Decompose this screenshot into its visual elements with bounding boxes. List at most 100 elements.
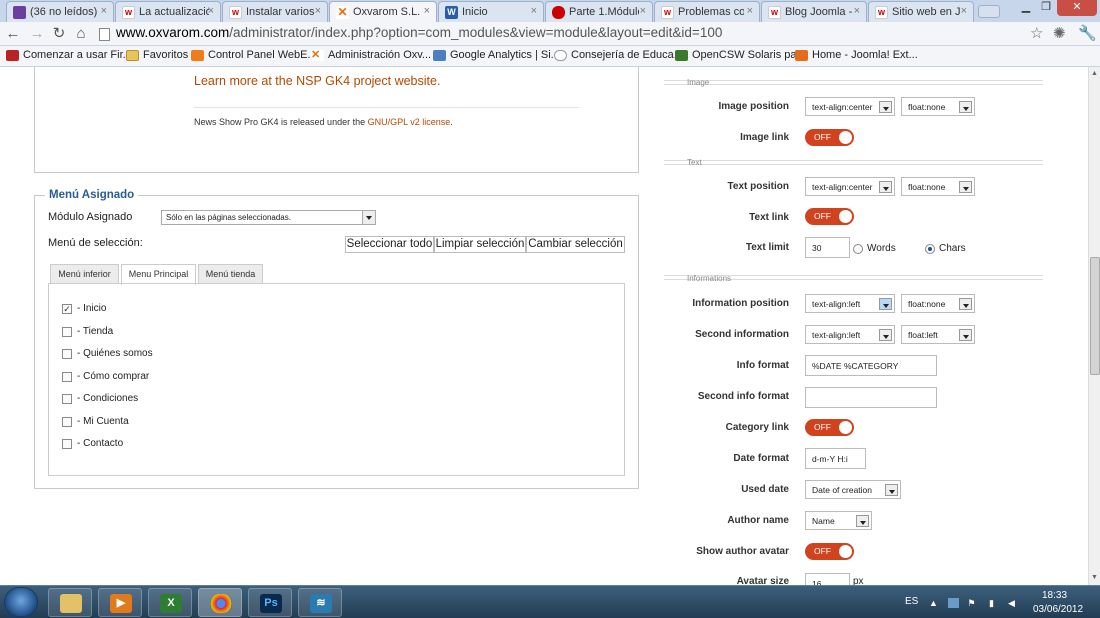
extension-icon[interactable]: ✺	[1053, 24, 1066, 42]
bookmark-firefox[interactable]: Comenzar a usar Fir...	[6, 49, 132, 61]
address-bar[interactable]: www.oxvarom.com/administrator/index.php?…	[96, 24, 1051, 44]
tab-actualizacion[interactable]: w La actualización ×	[115, 1, 221, 22]
text-link-toggle[interactable]: OFF	[805, 208, 854, 225]
select-all-button[interactable]: Seleccionar todo	[345, 236, 434, 253]
bookmark-administracion[interactable]: ✕ Administración Oxv...	[311, 49, 431, 61]
tab-sitio-web[interactable]: w Sitio web en Joo ×	[868, 1, 974, 22]
chevron-down-icon[interactable]	[959, 329, 972, 341]
show-author-avatar-toggle[interactable]: OFF	[805, 543, 854, 560]
checkbox[interactable]	[62, 349, 72, 359]
menu-item-mi-cuenta[interactable]: - Mi Cuenta	[62, 416, 129, 427]
tab-oxvarom[interactable]: ✕ Oxvarom S.L. - C ×	[329, 1, 437, 23]
star-icon[interactable]: ☆	[1030, 24, 1043, 42]
radio-words[interactable]: Words	[853, 243, 896, 254]
tab-instalar[interactable]: w Instalar varios p ×	[222, 1, 328, 22]
avatar-size-input[interactable]: 16	[805, 573, 850, 585]
action-center-icon[interactable]: ⚑	[966, 598, 977, 608]
tab-menu-tienda[interactable]: Menú tienda	[198, 264, 263, 284]
home-icon[interactable]: ⌂	[71, 24, 91, 44]
clock-time[interactable]: 18:33	[1042, 590, 1067, 601]
network-signal-icon[interactable]: ▮	[986, 598, 997, 608]
learn-more-link[interactable]: Learn more at the NSP GK4 project websit…	[194, 74, 440, 88]
info-format-input[interactable]: %DATE %CATEGORY	[805, 355, 937, 376]
image-position-float-select[interactable]: float:none	[901, 97, 975, 116]
tab-menu-inferior[interactable]: Menú inferior	[50, 264, 119, 284]
tab-menu-principal[interactable]: Menu Principal	[121, 264, 196, 285]
menu-item-contacto[interactable]: - Contacto	[62, 438, 123, 449]
scroll-up-icon[interactable]: ▲	[1089, 70, 1100, 77]
checkbox[interactable]	[62, 372, 72, 382]
taskbar-excel[interactable]: X	[148, 588, 192, 617]
text-limit-input[interactable]: 30	[805, 237, 850, 258]
close-icon[interactable]: ×	[208, 5, 214, 17]
second-info-format-input[interactable]	[805, 387, 937, 408]
minimize-icon[interactable]: ▁	[1017, 0, 1035, 16]
radio-button[interactable]	[853, 244, 863, 254]
taskbar-photoshop[interactable]: Ps	[248, 588, 292, 617]
chevron-down-icon[interactable]	[856, 515, 869, 527]
author-name-select[interactable]: Name	[805, 511, 872, 530]
start-button[interactable]	[4, 587, 38, 617]
category-link-toggle[interactable]: OFF	[805, 419, 854, 436]
volume-icon[interactable]: ◀	[1006, 598, 1017, 608]
menu-item-inicio[interactable]: ✓ - Inicio	[62, 303, 106, 314]
close-icon[interactable]: ×	[424, 5, 430, 17]
clock-date[interactable]: 03/06/2012	[1033, 604, 1083, 615]
taskbar-network-app[interactable]: ≋	[298, 588, 342, 617]
close-icon[interactable]: ×	[101, 5, 107, 17]
tray-app-icon[interactable]	[948, 598, 959, 608]
chevron-down-icon[interactable]	[879, 181, 892, 193]
checkbox[interactable]	[62, 417, 72, 427]
chevron-down-icon[interactable]	[885, 484, 898, 496]
date-format-input[interactable]: d-m-Y H:i	[805, 448, 866, 469]
information-position-float-select[interactable]: float:none	[901, 294, 975, 313]
taskbar-media-player[interactable]: ▶	[98, 588, 142, 617]
checkbox[interactable]	[62, 327, 72, 337]
chevron-down-icon[interactable]	[959, 298, 972, 310]
scroll-down-icon[interactable]: ▼	[1089, 574, 1100, 581]
tray-expand-icon[interactable]: ▲	[928, 598, 939, 608]
clear-selection-button[interactable]: Limpiar selección	[434, 236, 526, 253]
back-arrow-icon[interactable]: ←	[3, 24, 23, 44]
scrollbar-thumb[interactable]	[1090, 257, 1100, 375]
license-link[interactable]: GNU/GPL v2 license	[368, 117, 451, 127]
text-position-align-select[interactable]: text-align:center	[805, 177, 895, 196]
forward-arrow-icon[interactable]: →	[27, 24, 47, 44]
close-icon[interactable]: ×	[854, 5, 860, 17]
chevron-down-icon[interactable]	[362, 211, 375, 224]
assigned-select[interactable]: Sólo en las páginas seleccionadas.	[161, 210, 376, 225]
image-position-align-select[interactable]: text-align:center	[805, 97, 895, 116]
radio-chars[interactable]: Chars	[925, 243, 966, 254]
image-link-toggle[interactable]: OFF	[805, 129, 854, 146]
second-information-float-select[interactable]: float:left	[901, 325, 975, 344]
close-icon[interactable]: ×	[315, 5, 321, 17]
bookmark-consejeria[interactable]: Consejería de Educa...	[554, 49, 683, 61]
bookmark-google-analytics[interactable]: Google Analytics | Si...	[433, 49, 560, 61]
bookmark-control-panel[interactable]: Control Panel WebE...	[191, 49, 317, 61]
menu-item-quienes-somos[interactable]: - Quiénes somos	[62, 348, 153, 359]
new-tab-button[interactable]	[978, 5, 1000, 18]
chevron-down-icon[interactable]	[959, 101, 972, 113]
text-position-float-select[interactable]: float:none	[901, 177, 975, 196]
window-close-icon[interactable]: ✕	[1057, 0, 1097, 16]
information-position-align-select[interactable]: text-align:left	[805, 294, 895, 313]
checkbox[interactable]: ✓	[62, 304, 72, 314]
chevron-down-icon[interactable]	[879, 101, 892, 113]
bookmark-opencsw[interactable]: OpenCSW Solaris pa...	[675, 49, 806, 61]
bookmark-favoritos[interactable]: Favoritos	[126, 49, 188, 61]
reload-icon[interactable]: ↻	[49, 24, 69, 44]
tab-parte1[interactable]: Parte 1.Módulo ×	[545, 1, 653, 22]
tab-problemas[interactable]: w Problemas con ×	[654, 1, 760, 22]
tab-mail[interactable]: (36 no leídos) - ×	[6, 1, 114, 22]
menu-item-como-comprar[interactable]: - Cómo comprar	[62, 371, 149, 382]
page-scrollbar[interactable]: ▲ ▼	[1088, 67, 1100, 585]
checkbox[interactable]	[62, 394, 72, 404]
bookmark-joomla-ext[interactable]: Home - Joomla! Ext...	[795, 49, 918, 61]
second-information-align-select[interactable]: text-align:left	[805, 325, 895, 344]
taskbar-chrome[interactable]	[198, 588, 242, 617]
chevron-down-icon[interactable]	[879, 329, 892, 341]
language-indicator[interactable]: ES	[905, 596, 918, 607]
close-icon[interactable]: ×	[961, 5, 967, 17]
chevron-down-icon[interactable]	[879, 298, 892, 310]
close-icon[interactable]: ×	[640, 5, 646, 17]
